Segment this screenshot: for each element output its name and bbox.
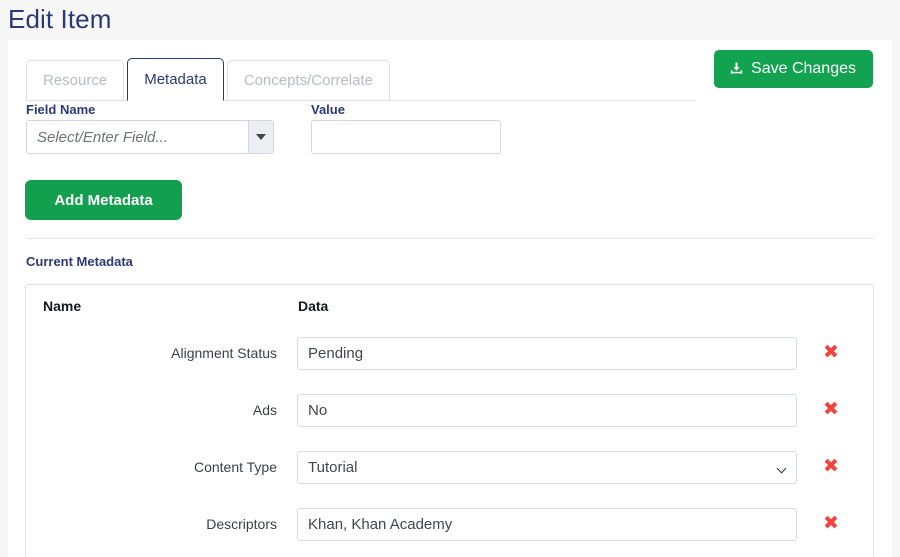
page-title: Edit Item [8,4,112,34]
delete-x-icon[interactable]: ✖ [818,453,844,479]
metadata-value-content-type[interactable]: Tutorial [297,451,797,484]
save-changes-button[interactable]: Save Changes [714,50,873,88]
metadata-value-descriptors[interactable] [297,508,797,541]
value-input[interactable] [311,120,501,154]
tab-metadata[interactable]: Metadata [127,58,224,101]
tab-bar: Resource Metadata Concepts/Correlate [26,58,390,101]
value-label: Value [311,102,345,117]
app-root: Edit Item Resource Metadata Concepts/Cor… [0,0,900,557]
section-divider [26,238,874,239]
field-name-input[interactable] [27,121,248,153]
metadata-value-ads[interactable] [297,394,797,427]
column-header-name: Name [43,298,82,314]
metadata-name-alignment-status: Alignment Status [171,345,277,361]
table-header-row: Name Data [26,285,873,327]
add-metadata-button[interactable]: Add Metadata [25,180,182,220]
current-metadata-title: Current Metadata [26,254,133,269]
column-header-data: Data [298,298,329,314]
table-row: Content Type Tutorial ✖ [26,441,873,498]
metadata-name-content-type: Content Type [193,459,277,475]
metadata-name-descriptors: Descriptors [206,516,277,532]
table-row: Ads ✖ [26,384,873,441]
delete-x-icon[interactable]: ✖ [818,510,844,536]
metadata-value-alignment-status[interactable] [297,337,797,370]
current-metadata-table: Name Data Alignment Status ✖ Ads ✖ Conte… [25,284,874,557]
field-name-label: Field Name [26,102,96,117]
tab-resource[interactable]: Resource [26,60,125,101]
field-name-combobox[interactable] [26,120,274,154]
tab-concepts-correlate[interactable]: Concepts/Correlate [226,60,390,101]
field-name-dropdown-button[interactable] [248,121,273,153]
delete-x-icon[interactable]: ✖ [818,396,844,422]
table-row: Alignment Status ✖ [26,327,873,384]
download-icon [729,61,744,77]
edit-item-card: Resource Metadata Concepts/Correlate Sav… [8,40,892,557]
save-changes-label: Save Changes [751,60,856,77]
delete-x-icon[interactable]: ✖ [818,339,844,365]
table-row: Descriptors ✖ [26,498,873,555]
caret-down-icon [256,134,266,140]
metadata-name-ads: Ads [252,402,277,418]
